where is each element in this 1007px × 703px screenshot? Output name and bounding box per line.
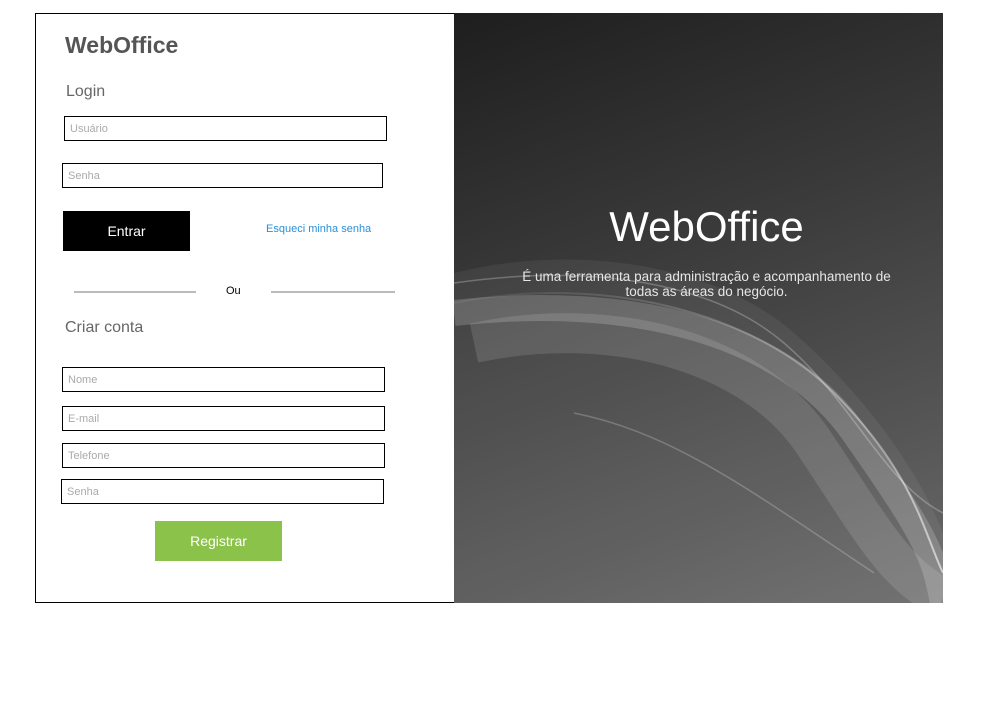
hero-subtitle: É uma ferramenta para administração e ac… [522,269,891,299]
hero-background-waves [454,259,943,603]
hero-title: WebOffice [609,203,804,250]
register-title: Criar conta [65,319,144,336]
divider-line-left [74,291,196,293]
divider-text: Ou [226,285,241,297]
register-password-input[interactable] [61,479,384,504]
register-button[interactable]: Registrar [155,521,282,561]
divider-line-right [271,291,395,293]
password-input[interactable] [62,163,383,188]
app-frame: WebOffice Login Entrar Esqueci minha sen… [35,13,943,603]
brand-logo-text: WebOffice [65,32,179,58]
hero-panel: WebOffice É uma ferramenta para administ… [454,13,943,603]
username-input[interactable] [64,116,387,141]
auth-panel: WebOffice Login Entrar Esqueci minha sen… [36,14,454,602]
login-button[interactable]: Entrar [63,211,190,251]
login-title: Login [66,83,106,100]
name-input[interactable] [62,367,385,392]
email-input[interactable] [62,406,385,431]
phone-input[interactable] [62,443,385,468]
forgot-password-link[interactable]: Esqueci minha senha [266,223,371,235]
